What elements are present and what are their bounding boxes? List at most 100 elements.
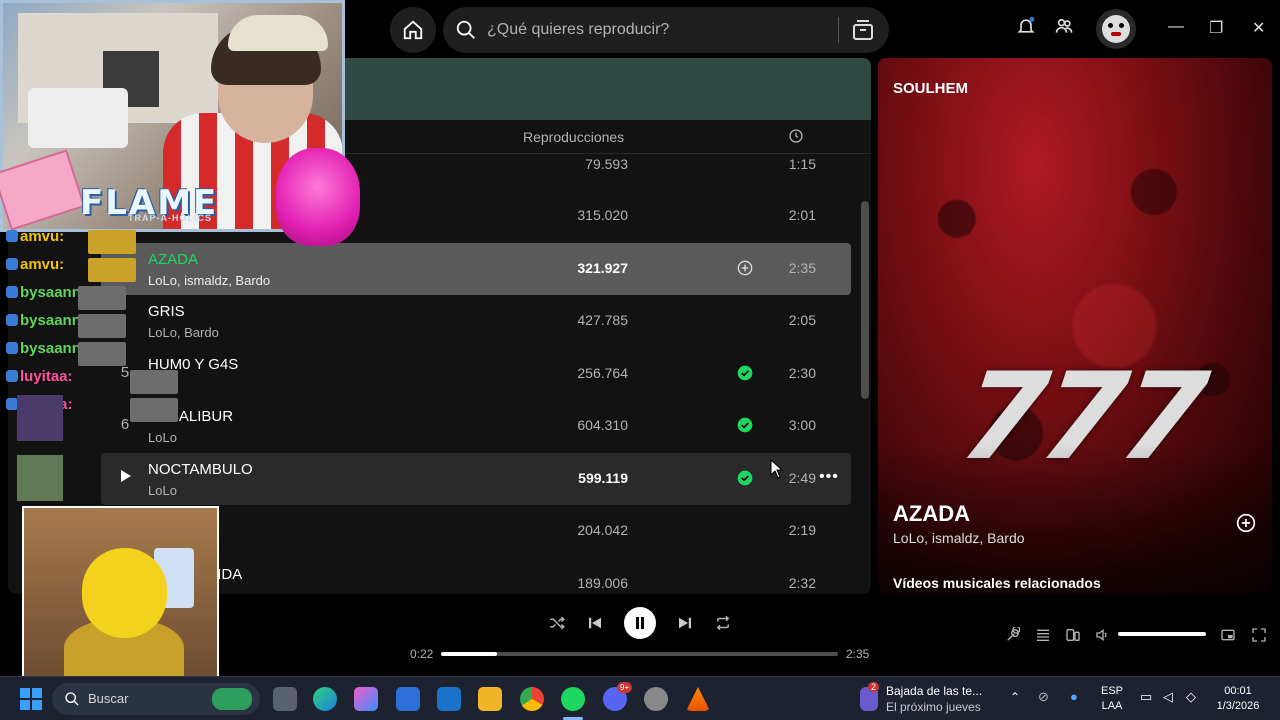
track-title[interactable]: NOCTAMBULO	[148, 461, 253, 478]
saved-check-icon[interactable]	[737, 365, 753, 381]
friends-icon[interactable]	[1054, 16, 1074, 36]
add-track-icon[interactable]	[737, 260, 753, 276]
avatar[interactable]	[1096, 9, 1136, 49]
previous-icon[interactable]	[586, 614, 604, 632]
track-plays: 604.310	[577, 417, 628, 433]
minimize-button[interactable]: —	[1168, 18, 1184, 36]
mouse-cursor-icon	[770, 459, 784, 479]
chat-line: luyitaa:	[6, 368, 73, 385]
track-plays: 321.927	[577, 260, 628, 276]
chrome-icon[interactable]	[520, 687, 544, 711]
track-duration: 2:30	[788, 365, 816, 381]
chat-badge-icon	[6, 258, 18, 270]
search-highlight-icon	[212, 688, 252, 710]
chat-username: bysaann:	[20, 284, 86, 301]
webcam-cap	[228, 15, 328, 51]
track-artist[interactable]: LoLo	[148, 483, 177, 498]
saved-check-icon[interactable]	[737, 470, 753, 486]
taskbar-search[interactable]: Buscar	[52, 683, 260, 715]
clock[interactable]: 00:01 1/3/2026	[1210, 684, 1266, 714]
progress-fill	[441, 652, 498, 656]
volume-slider[interactable]	[1118, 632, 1206, 636]
avatar-image	[1102, 15, 1130, 43]
bell-icon[interactable]	[1016, 16, 1036, 36]
track-plays: 204.042	[577, 522, 628, 538]
microphone-lyrics-icon[interactable]	[1005, 627, 1021, 643]
chat-username: amvu:	[20, 228, 65, 245]
search-bar[interactable]: ¿Qué quieres reproducir?	[443, 7, 889, 53]
play-icon[interactable]	[121, 470, 131, 482]
close-button[interactable]: ✕	[1252, 18, 1265, 38]
search-icon	[65, 692, 79, 706]
news-title: Bajada de las te...	[886, 684, 983, 698]
track-plays: 599.119	[578, 470, 628, 486]
homer-face	[82, 548, 167, 638]
search-input[interactable]: ¿Qué quieres reproducir?	[487, 21, 838, 39]
track-duration: 2:32	[788, 575, 816, 591]
browse-icon[interactable]	[851, 18, 875, 42]
track-plays: 79.593	[585, 156, 628, 172]
shuffle-icon[interactable]	[548, 614, 566, 632]
spotify-icon[interactable]	[561, 687, 585, 711]
language-indicator[interactable]: ESP LAA	[1100, 684, 1124, 714]
now-playing-title[interactable]: AZADA	[893, 501, 970, 527]
network-icon[interactable]: ▭	[1140, 689, 1152, 705]
volume-icon[interactable]	[1095, 627, 1111, 643]
chat-emote	[130, 370, 178, 394]
progress-bar[interactable]	[441, 652, 838, 656]
chat-line: amvu:	[6, 256, 64, 273]
taskbar-search-label: Buscar	[88, 691, 129, 706]
side-thumbnail	[17, 455, 63, 501]
edge-icon[interactable]	[313, 687, 337, 711]
speaker-icon[interactable]: ◁	[1163, 689, 1173, 705]
track-duration: 1:15	[788, 156, 816, 172]
chat-emote	[88, 230, 136, 254]
chat-username: luyitaa:	[20, 368, 73, 385]
mic-muted-icon[interactable]: ⊘	[1038, 689, 1049, 705]
taskview-icon[interactable]	[273, 687, 297, 711]
copilot-icon[interactable]	[354, 687, 378, 711]
clock-time: 00:01	[1224, 685, 1252, 697]
maximize-button[interactable]: ❐	[1209, 18, 1223, 38]
vlc-icon[interactable]	[686, 687, 710, 711]
pause-button[interactable]	[624, 607, 656, 639]
chat-badge-icon	[6, 342, 18, 354]
more-options-icon[interactable]: •••	[819, 468, 839, 486]
clock-date: 1/3/2026	[1216, 700, 1260, 712]
next-icon[interactable]	[676, 614, 694, 632]
chat-line: amvu:	[6, 228, 64, 245]
tray-chevron-icon[interactable]: ⌃	[1010, 690, 1020, 704]
homer-sticker	[22, 506, 219, 678]
folder-icon[interactable]	[478, 687, 502, 711]
repeat-icon[interactable]	[714, 614, 732, 632]
home-button[interactable]	[390, 7, 436, 53]
track-plays: 427.785	[577, 312, 628, 328]
fullscreen-icon[interactable]	[1251, 627, 1267, 643]
miniplayer-icon[interactable]	[1220, 627, 1236, 643]
queue-icon[interactable]	[1035, 627, 1051, 643]
related-videos-heading[interactable]: Vídeos musicales relacionados	[893, 575, 1101, 591]
now-playing-artists[interactable]: LoLo, ismaldz, Bardo	[893, 530, 1025, 546]
now-playing-panel: SOULHEM 777 AZADA LoLo, ismaldz, Bardo V…	[878, 58, 1272, 594]
chat-badge-icon	[6, 230, 18, 242]
chat-username: bysaann:	[20, 340, 86, 357]
plays-column-header[interactable]: Reproducciones	[523, 129, 624, 145]
track-row[interactable]: NOCTAMBULO LoLo 599.119 2:49 •••	[101, 453, 851, 505]
news-badge: 2	[868, 682, 880, 692]
track-artist[interactable]: LoLo	[148, 430, 177, 445]
add-to-library-icon[interactable]	[1236, 513, 1256, 533]
connect-device-icon[interactable]	[1065, 627, 1081, 643]
shield-icon[interactable]: ◇	[1186, 689, 1196, 705]
news-widget[interactable]: Bajada de las te... El próximo jueves	[886, 684, 982, 714]
scrollbar[interactable]	[861, 201, 869, 399]
windows-start-icon[interactable]	[20, 688, 42, 710]
total-time: 2:35	[846, 647, 870, 661]
store-icon[interactable]	[396, 687, 420, 711]
outlook-icon[interactable]	[437, 687, 461, 711]
saved-check-icon[interactable]	[737, 417, 753, 433]
home-icon	[403, 20, 423, 40]
microphone-icon[interactable]: ●	[1070, 689, 1078, 704]
chat-username: bysaann:	[20, 312, 86, 329]
obs-icon[interactable]	[644, 687, 668, 711]
chat-overlay: amvu: amvu: bysaann: bysaann: bysaann: luyita…	[0, 228, 280, 422]
